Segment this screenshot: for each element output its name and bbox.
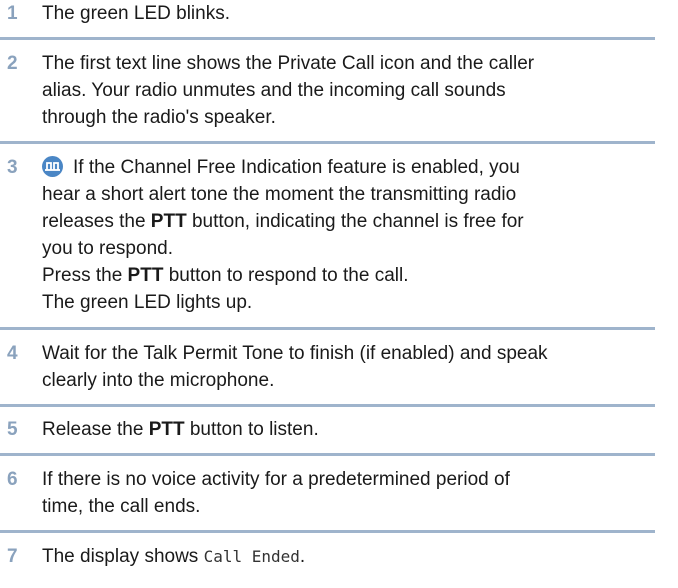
step-line: The first text line shows the Private Ca…: [42, 53, 535, 74]
ptt-label: PTT: [150, 211, 187, 232]
step-line: hear a short alert tone the moment the t…: [42, 184, 517, 205]
step-line: The green LED lights up.: [42, 292, 253, 313]
step-line: The display shows Call Ended.: [42, 546, 306, 567]
step-text: The green LED blinks.: [42, 0, 654, 27]
step-line: clearly into the microphone.: [42, 370, 275, 391]
step-number: 4: [7, 343, 18, 364]
step-number: 6: [7, 469, 18, 490]
step-number: 7: [7, 546, 18, 567]
step-line: If the Channel Free Indication feature i…: [42, 154, 654, 181]
step-line: If there is no voice activity for a pred…: [42, 469, 510, 490]
step-number: 5: [7, 419, 18, 440]
step-line: The green LED blinks.: [42, 3, 230, 24]
step-text: The display shows Call Ended.: [42, 543, 654, 570]
step-line: you to respond.: [42, 238, 173, 259]
step-text: If there is no voice activity for a pred…: [42, 466, 654, 520]
ptt-label: PTT: [127, 265, 164, 286]
ptt-label: PTT: [148, 419, 185, 440]
step-text: If the Channel Free Indication feature i…: [42, 154, 654, 316]
step-text: Release the PTT button to listen.: [42, 416, 654, 443]
step-divider: [0, 530, 655, 533]
step-text: Wait for the Talk Permit Tone to finish …: [42, 340, 654, 394]
step-line: releases the PTT button, indicating the …: [42, 211, 524, 232]
step-number: 2: [7, 53, 18, 74]
step-line: Release the PTT button to listen.: [42, 419, 319, 440]
step-line: through the radio's speaker.: [42, 107, 276, 128]
step-text: The first text line shows the Private Ca…: [42, 50, 654, 131]
channel-free-indication-icon: [42, 156, 63, 177]
step-line: Press the PTT button to respond to the c…: [42, 265, 409, 286]
step-line: time, the call ends.: [42, 496, 201, 517]
step-divider: [0, 327, 655, 330]
step-number: 3: [7, 157, 18, 178]
step-divider: [0, 453, 655, 456]
step-divider: [0, 404, 655, 407]
display-text-call-ended: Call Ended: [203, 547, 300, 566]
step-line: alias. Your radio unmutes and the incomi…: [42, 80, 506, 101]
step-line: Wait for the Talk Permit Tone to finish …: [42, 343, 548, 364]
step-divider: [0, 141, 655, 144]
step-number: 1: [7, 3, 18, 24]
step-divider: [0, 37, 655, 40]
